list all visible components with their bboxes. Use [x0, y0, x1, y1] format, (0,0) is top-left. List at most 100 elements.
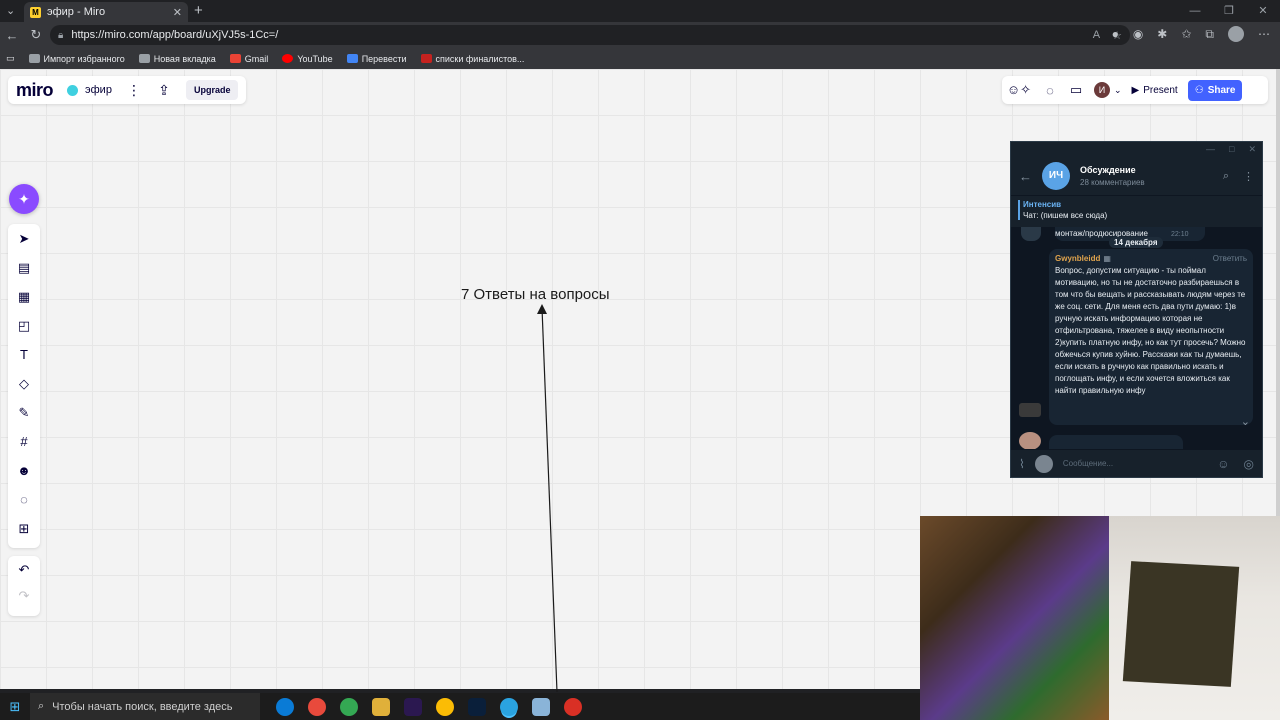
frame-icon[interactable]: #: [15, 433, 33, 451]
export-upload-icon[interactable]: ⇪: [156, 82, 172, 99]
bookmark-item[interactable]: Импорт избранного: [28, 54, 125, 64]
upgrade-button[interactable]: Upgrade: [185, 80, 239, 100]
file-explorer-icon[interactable]: [372, 697, 390, 716]
miro-logo[interactable]: miro: [16, 80, 54, 101]
present-button[interactable]: ▶ Present: [1132, 85, 1178, 96]
text-tool-icon[interactable]: T: [15, 346, 33, 364]
message-list[interactable]: монтаж/продюсирование 22:10 14 декабря G…: [1011, 227, 1262, 452]
telegram-icon[interactable]: [500, 697, 518, 716]
bookmark-item[interactable]: Gmail: [229, 54, 268, 64]
app-icon[interactable]: [532, 697, 550, 716]
chat-title-block[interactable]: Обсуждение 28 комментариев: [1080, 165, 1145, 187]
ai-assist-sparkle-icon[interactable]: ✦: [9, 184, 39, 214]
taskbar-search[interactable]: ⌕ Чтобы начать поиск, введите здесь: [30, 693, 260, 720]
obs-icon[interactable]: [564, 697, 582, 716]
chevron-down-icon: ⌄: [1114, 84, 1122, 95]
scroll-down-chevron-icon[interactable]: ⌄: [1241, 415, 1250, 428]
chrome-icon[interactable]: [340, 697, 358, 716]
undo-icon[interactable]: ↶: [19, 562, 30, 578]
photoshop-icon[interactable]: [468, 697, 486, 716]
new-tab-icon[interactable]: +: [194, 2, 203, 19]
board-name: эфир: [85, 84, 112, 96]
close-window-icon[interactable]: ✕: [1248, 142, 1256, 157]
user-avatar: И: [1094, 82, 1110, 98]
youtube-icon: [282, 54, 294, 63]
bookmark-item[interactable]: Перевести: [346, 54, 407, 64]
connector-arrow[interactable]: [530, 300, 570, 692]
chrome-icon[interactable]: [436, 697, 454, 716]
close-window-icon[interactable]: ✕: [1246, 0, 1280, 22]
profile-avatar[interactable]: [1228, 26, 1244, 42]
sender-avatar[interactable]: [1019, 403, 1041, 417]
bookmark-import-icon[interactable]: ▭: [6, 53, 15, 64]
browser-tab[interactable]: M эфир - Miro ✕: [24, 2, 188, 22]
extension-icon[interactable]: ◉: [1133, 27, 1143, 41]
message-bubble[interactable]: Gwynbleidd ▦ Ответить Вопрос, допустим с…: [1049, 249, 1253, 425]
extension-icon[interactable]: ●: [1112, 27, 1119, 41]
minimize-icon[interactable]: —: [1178, 0, 1212, 22]
bookmark-item[interactable]: списки финалистов...: [420, 54, 524, 64]
close-tab-icon[interactable]: ✕: [173, 6, 182, 19]
message-input[interactable]: Сообщение...: [1063, 459, 1113, 468]
chat-avatar[interactable]: ИЧ: [1042, 162, 1070, 190]
comments-icon[interactable]: ◌: [1042, 83, 1058, 98]
next-message[interactable]: [1049, 435, 1183, 449]
select-cursor-icon[interactable]: ➤: [15, 230, 33, 248]
collections-icon[interactable]: ⧉: [1205, 27, 1214, 42]
video-call-icon[interactable]: ▭: [1068, 82, 1084, 98]
maximize-icon[interactable]: ❐: [1212, 0, 1246, 22]
premiere-icon[interactable]: [404, 697, 422, 716]
reply-button[interactable]: Ответить: [1213, 254, 1247, 263]
templates-icon[interactable]: ▤: [15, 259, 33, 277]
chrome-icon[interactable]: [308, 697, 326, 716]
redo-icon[interactable]: ↷: [19, 588, 30, 604]
collaborators-menu[interactable]: И ⌄: [1094, 82, 1122, 98]
search-icon: ⌕: [38, 700, 45, 712]
sticker-icon[interactable]: ☻: [15, 462, 33, 480]
telegram-window: — □ ✕ ← ИЧ Обсуждение 28 комментариев ⌕ …: [1010, 141, 1263, 478]
address-bar[interactable]: 🔒︎ https://miro.com/app/board/uXjVJ5s-1C…: [50, 25, 1130, 45]
miro-collab-toolbar: ☺✧ ◌ ▭ И ⌄ ▶ Present ⚇ Share: [1002, 76, 1268, 104]
board-title[interactable]: эфир: [67, 84, 112, 96]
tab-list-chevron-icon[interactable]: ⌄: [6, 4, 15, 17]
bookmark-item[interactable]: Новая вкладка: [138, 54, 216, 64]
minimize-icon[interactable]: —: [1206, 142, 1215, 157]
table-icon[interactable]: ▦: [15, 288, 33, 306]
edge-icon[interactable]: [276, 697, 294, 716]
send-as-avatar[interactable]: [1034, 454, 1053, 473]
pinned-message[interactable]: Интенсив Чат: (пишем все сюда): [1011, 195, 1262, 223]
sticky-note-icon[interactable]: ◰: [15, 317, 33, 335]
windows-start-icon[interactable]: ⊞: [0, 699, 30, 715]
search-icon[interactable]: ⌕: [1223, 170, 1229, 183]
reload-icon[interactable]: ↻: [24, 27, 48, 43]
pen-icon[interactable]: ✎: [15, 404, 33, 422]
menu-dots-icon[interactable]: ⋯: [1258, 27, 1270, 41]
shapes-icon[interactable]: ◇: [15, 375, 33, 393]
back-arrow-icon[interactable]: ←: [1019, 169, 1032, 184]
message-author[interactable]: Gwynbleidd: [1055, 254, 1100, 263]
attach-paperclip-icon[interactable]: ⌇: [1019, 457, 1025, 471]
reactions-icon[interactable]: ☺✧: [1006, 82, 1032, 98]
message-author-row: Gwynbleidd ▦ Ответить: [1055, 254, 1247, 263]
bookmark-item[interactable]: YouTube: [282, 54, 333, 64]
sender-avatar[interactable]: [1021, 227, 1041, 241]
more-apps-plus-icon[interactable]: ⊞: [15, 520, 33, 538]
emoji-icon[interactable]: ☺: [1217, 457, 1229, 471]
read-aloud-icon[interactable]: A: [1093, 29, 1100, 42]
miro-left-toolbar: ➤ ▤ ▦ ◰ T ◇ ✎ # ☻ ◌ ⊞: [8, 224, 40, 548]
chat-title: Обсуждение: [1080, 165, 1136, 175]
pinned-title: Интенсив: [1023, 200, 1062, 209]
back-icon[interactable]: ←: [0, 28, 24, 43]
translate-icon: [346, 54, 358, 63]
comment-tool-icon[interactable]: ◌: [15, 491, 33, 509]
board-menu-dots-icon[interactable]: ⋮: [126, 82, 142, 99]
maximize-icon[interactable]: □: [1229, 142, 1234, 157]
sender-avatar[interactable]: [1019, 432, 1041, 450]
favorites-icon[interactable]: ✩: [1181, 27, 1191, 41]
message-text: Вопрос, допустим ситуацию - ты поймал мо…: [1055, 266, 1246, 395]
lock-icon[interactable]: 🔒︎: [58, 30, 63, 41]
extensions-puzzle-icon[interactable]: ✱: [1157, 27, 1167, 41]
more-dots-icon[interactable]: ⋮: [1243, 170, 1254, 183]
camera-icon[interactable]: ◎: [1244, 457, 1254, 471]
share-button[interactable]: ⚇ Share: [1187, 79, 1243, 101]
